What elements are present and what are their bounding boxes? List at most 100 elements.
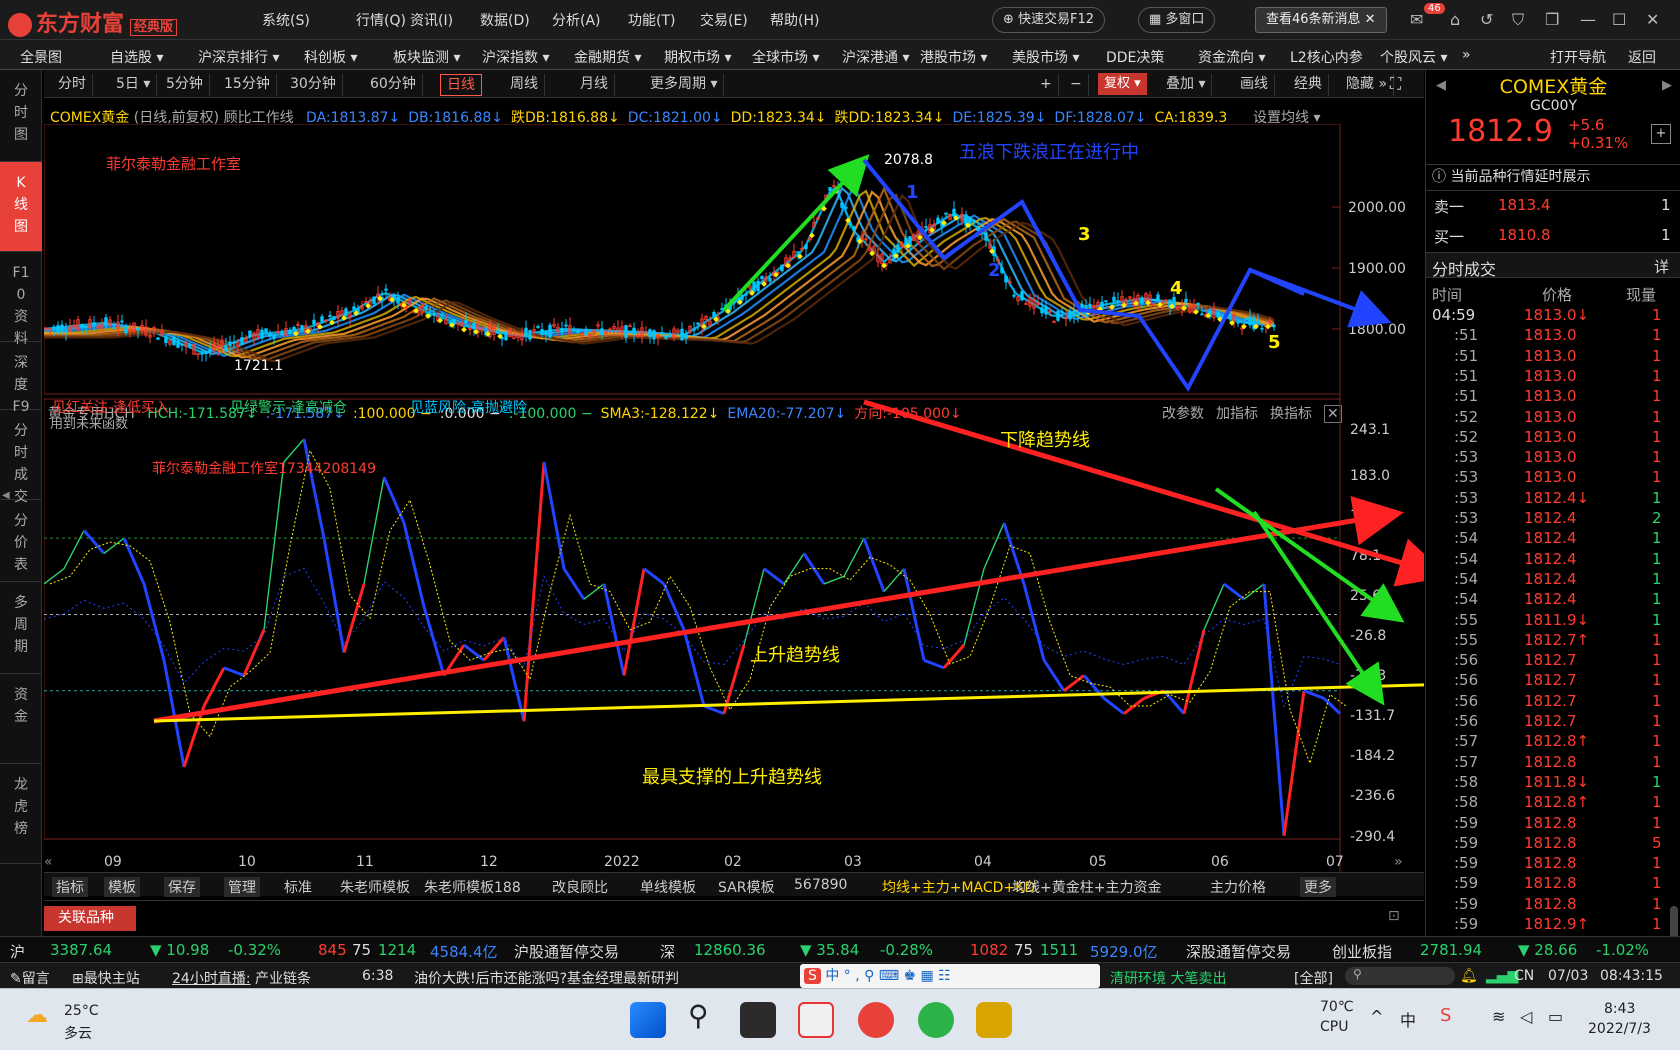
app-icon[interactable]: [976, 1002, 1012, 1038]
period-tab-9[interactable]: 更多周期 ▾: [644, 74, 725, 96]
message-button[interactable]: ✎留言: [10, 968, 50, 988]
window-close-icon[interactable]: ✕: [1646, 10, 1659, 29]
sogou-tray-icon[interactable]: S: [1440, 1005, 1451, 1026]
sidebar-tab-6[interactable]: 多周期: [0, 582, 42, 674]
template-tab-12[interactable]: 均线+黄金柱+主力资金: [1012, 877, 1161, 897]
menu-item-5[interactable]: 功能(T): [628, 10, 675, 30]
template-tab-14[interactable]: 更多: [1300, 877, 1336, 897]
chart-tool-0[interactable]: +: [1034, 74, 1059, 96]
all-alerts-button[interactable]: [全部]: [1294, 968, 1333, 988]
sidebar-tab-4[interactable]: 分时成交: [0, 410, 42, 505]
nav-item-18[interactable]: 返回: [1628, 47, 1656, 67]
sidebar-tab-5[interactable]: 分价表: [0, 500, 42, 582]
period-tab-6[interactable]: 日线: [440, 74, 482, 96]
weather-icon[interactable]: ☁: [26, 1003, 48, 1028]
nav-item-1[interactable]: 自选股 ▾: [110, 47, 163, 67]
expand-icon[interactable]: ⊡: [1388, 908, 1400, 924]
template-tab-0[interactable]: 指标: [52, 877, 88, 897]
search-icon[interactable]: ⚲: [1345, 967, 1455, 985]
start-icon[interactable]: [630, 1002, 666, 1038]
stock-alert[interactable]: 清研环境 大笔卖出: [1110, 968, 1226, 988]
battery-icon[interactable]: ▭: [1548, 1007, 1563, 1026]
period-tab-8[interactable]: 月线: [574, 74, 615, 96]
chevron-up-icon[interactable]: ^: [1370, 1007, 1383, 1026]
menu-item-2[interactable]: 资讯(I): [410, 10, 453, 30]
template-tab-5[interactable]: 朱老师模板: [340, 877, 410, 897]
fullscreen-icon[interactable]: ⛶: [1390, 74, 1401, 94]
period-tab-4[interactable]: 30分钟: [284, 74, 343, 96]
chart-canvas[interactable]: 2000.00 1900.00 1800.00 菲尔泰勒金融工作室 五浪下跌浪正在进行中…: [44, 124, 1424, 872]
browser-icon[interactable]: [918, 1002, 954, 1038]
restore-icon[interactable]: ❐: [1545, 10, 1559, 29]
period-tab-0[interactable]: 分时: [52, 74, 93, 96]
template-tab-10[interactable]: 567890: [794, 877, 847, 893]
news-headline[interactable]: 油价大跌!后市还能涨吗?基金经理最新研判: [414, 968, 679, 988]
home-icon[interactable]: ⌂: [1450, 10, 1460, 29]
nav-item-9[interactable]: 沪深港通 ▾: [842, 47, 909, 67]
close-icon[interactable]: ✕: [1361, 12, 1376, 27]
search-taskbar-icon[interactable]: ⚲: [688, 999, 709, 1032]
nav-item-11[interactable]: 美股市场 ▾: [1012, 47, 1079, 67]
period-tab-2[interactable]: 5分钟: [160, 74, 210, 96]
wifi-icon[interactable]: ≋: [1492, 1007, 1505, 1026]
sidebar-tab-3[interactable]: 深度F9: [0, 342, 42, 415]
period-tab-3[interactable]: 15分钟: [218, 74, 277, 96]
nav-item-12[interactable]: DDE决策: [1106, 47, 1164, 67]
volume-icon[interactable]: ◁: [1520, 1007, 1532, 1026]
eastmoney-taskbar-icon[interactable]: [858, 1002, 894, 1038]
mail-icon[interactable]: ✉: [1410, 10, 1423, 29]
collapse-left-icon[interactable]: ◀: [2, 490, 10, 501]
nav-item-3[interactable]: 科创板 ▾: [304, 47, 357, 67]
chart-tool-2[interactable]: 复权 ▾: [1098, 73, 1147, 95]
nav-item-14[interactable]: L2核心内参: [1290, 47, 1363, 67]
nav-item-10[interactable]: 港股市场 ▾: [920, 47, 987, 67]
menu-item-6[interactable]: 交易(E): [700, 10, 748, 30]
quick-trade-button[interactable]: ⊕ 快速交易F12: [992, 7, 1106, 33]
nav-item-8[interactable]: 全球市场 ▾: [752, 47, 819, 67]
shirt-icon[interactable]: ⛉: [1512, 10, 1524, 30]
bell-icon[interactable]: 🔔︎: [1460, 968, 1478, 984]
chart-tool-5[interactable]: 经典: [1288, 74, 1329, 96]
scroll-right-icon[interactable]: »: [1394, 854, 1403, 870]
template-tab-6[interactable]: 朱老师模板188: [424, 877, 521, 897]
messages-button[interactable]: 查看46条新消息 ✕: [1255, 7, 1387, 33]
period-tab-7[interactable]: 周线: [504, 74, 545, 96]
template-tab-8[interactable]: 单线模板: [640, 877, 696, 897]
ime-toolbar[interactable]: S 中 ° , ⚲ ⌨ ♚ ▦ ☷: [800, 964, 1100, 988]
maximize-icon[interactable]: ☐: [1612, 10, 1626, 29]
add-watchlist-icon[interactable]: +: [1651, 124, 1671, 144]
chart-tool-1[interactable]: −: [1064, 74, 1089, 96]
live-label[interactable]: 24小时直播: 产业链条: [172, 968, 311, 988]
nav-item-7[interactable]: 期权市场 ▾: [664, 47, 731, 67]
template-tab-13[interactable]: 主力价格: [1210, 877, 1266, 897]
menu-item-0[interactable]: 系统(S): [262, 10, 310, 30]
menu-item-3[interactable]: 数据(D): [480, 10, 530, 30]
menu-item-4[interactable]: 分析(A): [552, 10, 601, 30]
template-tab-1[interactable]: 模板: [104, 877, 140, 897]
nav-item-0[interactable]: 全景图: [20, 47, 62, 67]
period-tab-1[interactable]: 5日 ▾: [110, 74, 158, 96]
period-tab-5[interactable]: 60分钟: [364, 74, 423, 96]
nav-item-2[interactable]: 沪深京排行 ▾: [198, 47, 279, 67]
nav-item-16[interactable]: »: [1462, 47, 1471, 63]
sidebar-tab-8[interactable]: 龙虎榜: [0, 764, 42, 864]
scroll-left-icon[interactable]: «: [44, 854, 53, 870]
multi-window-button[interactable]: ▦ 多窗口: [1138, 7, 1216, 33]
nav-item-15[interactable]: 个股风云 ▾: [1380, 47, 1447, 67]
chart-tool-3[interactable]: 叠加 ▾: [1160, 74, 1213, 96]
minimize-icon[interactable]: —: [1580, 10, 1596, 29]
nav-item-6[interactable]: 金融期货 ▾: [574, 47, 641, 67]
taskview-icon[interactable]: [740, 1002, 776, 1038]
nav-item-17[interactable]: 打开导航: [1550, 47, 1606, 67]
sidebar-tab-7[interactable]: 资金: [0, 674, 42, 764]
sidebar-tab-1[interactable]: K线图: [0, 162, 42, 252]
fastest-server-button[interactable]: ⊞最快主站: [72, 968, 140, 988]
sidebar-tab-2[interactable]: F10资料: [0, 252, 42, 347]
ime-taskbar[interactable]: 中: [1400, 1007, 1416, 1031]
chart-tool-4[interactable]: 画线: [1234, 74, 1275, 96]
nav-item-4[interactable]: 板块监测 ▾: [393, 47, 460, 67]
snip-icon[interactable]: [798, 1002, 834, 1038]
template-tab-4[interactable]: 标准: [284, 877, 312, 897]
chart-tool-6[interactable]: 隐藏 »: [1340, 74, 1395, 96]
template-tab-2[interactable]: 保存: [164, 877, 200, 897]
